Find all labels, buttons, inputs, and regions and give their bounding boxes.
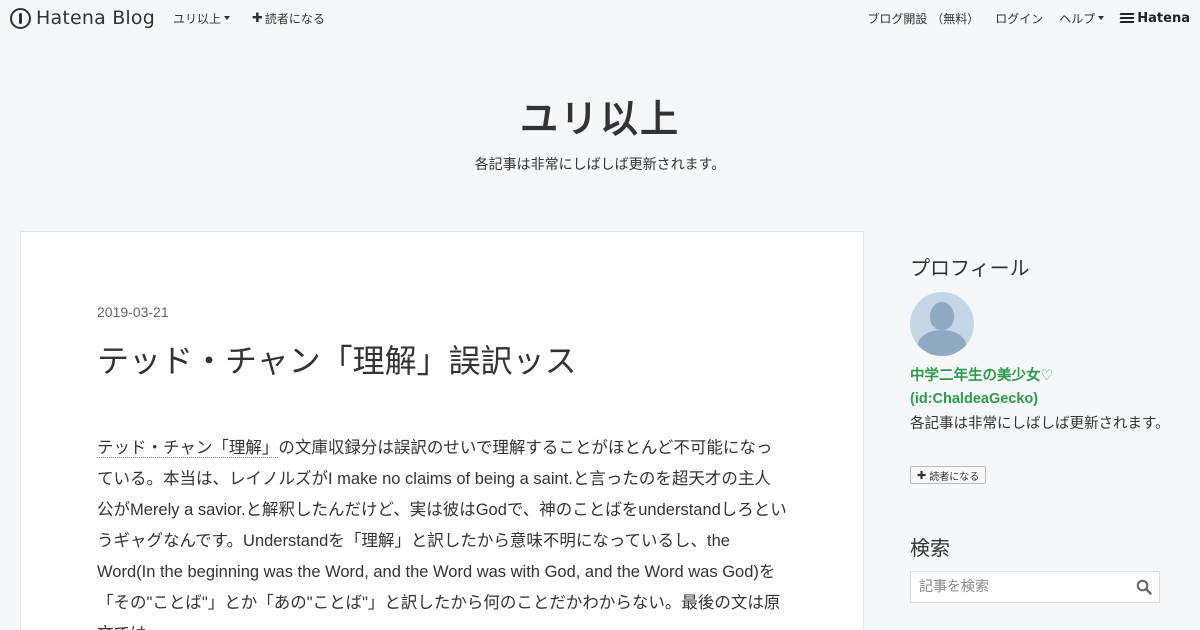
entry-body-text: の文庫収録分は誤訳のせいで理解することがほとんど不可能になっている。本当は、レイ…: [97, 439, 787, 630]
blog-title[interactable]: ユリ以上: [0, 88, 1200, 143]
avatar[interactable]: [910, 292, 974, 356]
search-module-title: 検索: [910, 536, 950, 560]
profile-module-title: プロフィール: [910, 256, 1030, 280]
profile-name-link[interactable]: 中学二年生の美少女♡ (id:ChaldeaGecko): [910, 365, 1170, 411]
hatena-blog-logo[interactable]: Hatena Blog: [10, 7, 155, 29]
hatena-logo[interactable]: Hatena: [1119, 10, 1190, 26]
hatena-blog-logo-text: Hatena Blog: [36, 7, 155, 29]
global-header-right: ブログ開設 （無料） ログイン ヘルプ Hatena: [851, 10, 1190, 27]
profile-description: 各記事は非常にしばしば更新されます。: [910, 416, 1170, 432]
entry-title[interactable]: テッド・チャン「理解」誤訳ッス: [97, 336, 577, 382]
search-input[interactable]: [911, 572, 1129, 602]
global-header: Hatena Blog ユリ以上 ✚ 読者になる ブログ開設 （無料） ログイン…: [0, 0, 1200, 36]
subscribe-button[interactable]: ✚ 読者になる: [910, 466, 987, 484]
blog-menu-dropdown[interactable]: ユリ以上: [173, 10, 231, 27]
search-icon[interactable]: [1129, 572, 1159, 602]
entry-date[interactable]: 2019-03-21: [97, 304, 169, 320]
subscribe-button-label: 読者になる: [929, 471, 980, 483]
hatena-logo-text: Hatena: [1137, 10, 1190, 26]
help-label: ヘルプ: [1059, 11, 1096, 26]
entry-body: テッド・チャン「理解」の文庫収録分は誤訳のせいで理解することがほとんど不可能にな…: [97, 433, 787, 630]
blog-menu-label: ユリ以上: [173, 11, 222, 26]
plus-icon: ✚: [252, 10, 263, 26]
hatena-logo-icon: [1119, 13, 1135, 23]
chevron-down-icon: [1098, 16, 1105, 20]
profile-id: (id:ChaldeaGecko): [910, 391, 1039, 407]
chevron-down-icon: [224, 16, 231, 20]
global-header-left: Hatena Blog ユリ以上 ✚ 読者になる: [10, 7, 347, 29]
open-blog-link[interactable]: ブログ開設 （無料）: [867, 10, 979, 27]
subscribe-link[interactable]: ✚ 読者になる: [252, 10, 325, 27]
blog-description: 各記事は非常にしばしば更新されます。: [474, 157, 726, 173]
entry-article: 2019-03-21 テッド・チャン「理解」誤訳ッス テッド・チャン「理解」の文…: [20, 231, 864, 630]
login-link[interactable]: ログイン: [995, 10, 1043, 27]
sidebar: プロフィール 中学二年生の美少女♡ (id:ChaldeaGecko) 各記事は…: [892, 232, 1180, 630]
avatar-body: [918, 330, 966, 356]
avatar-head: [930, 302, 954, 330]
help-dropdown[interactable]: ヘルプ: [1059, 10, 1105, 27]
plus-icon: ✚: [917, 468, 927, 482]
subscribe-label: 読者になる: [264, 11, 325, 26]
hatena-blog-logo-icon: [10, 7, 31, 29]
profile-display-name: 中学二年生の美少女♡: [910, 368, 1054, 384]
search-form: [910, 571, 1160, 603]
entry-keyword-link[interactable]: テッド・チャン「理解」: [97, 439, 279, 458]
